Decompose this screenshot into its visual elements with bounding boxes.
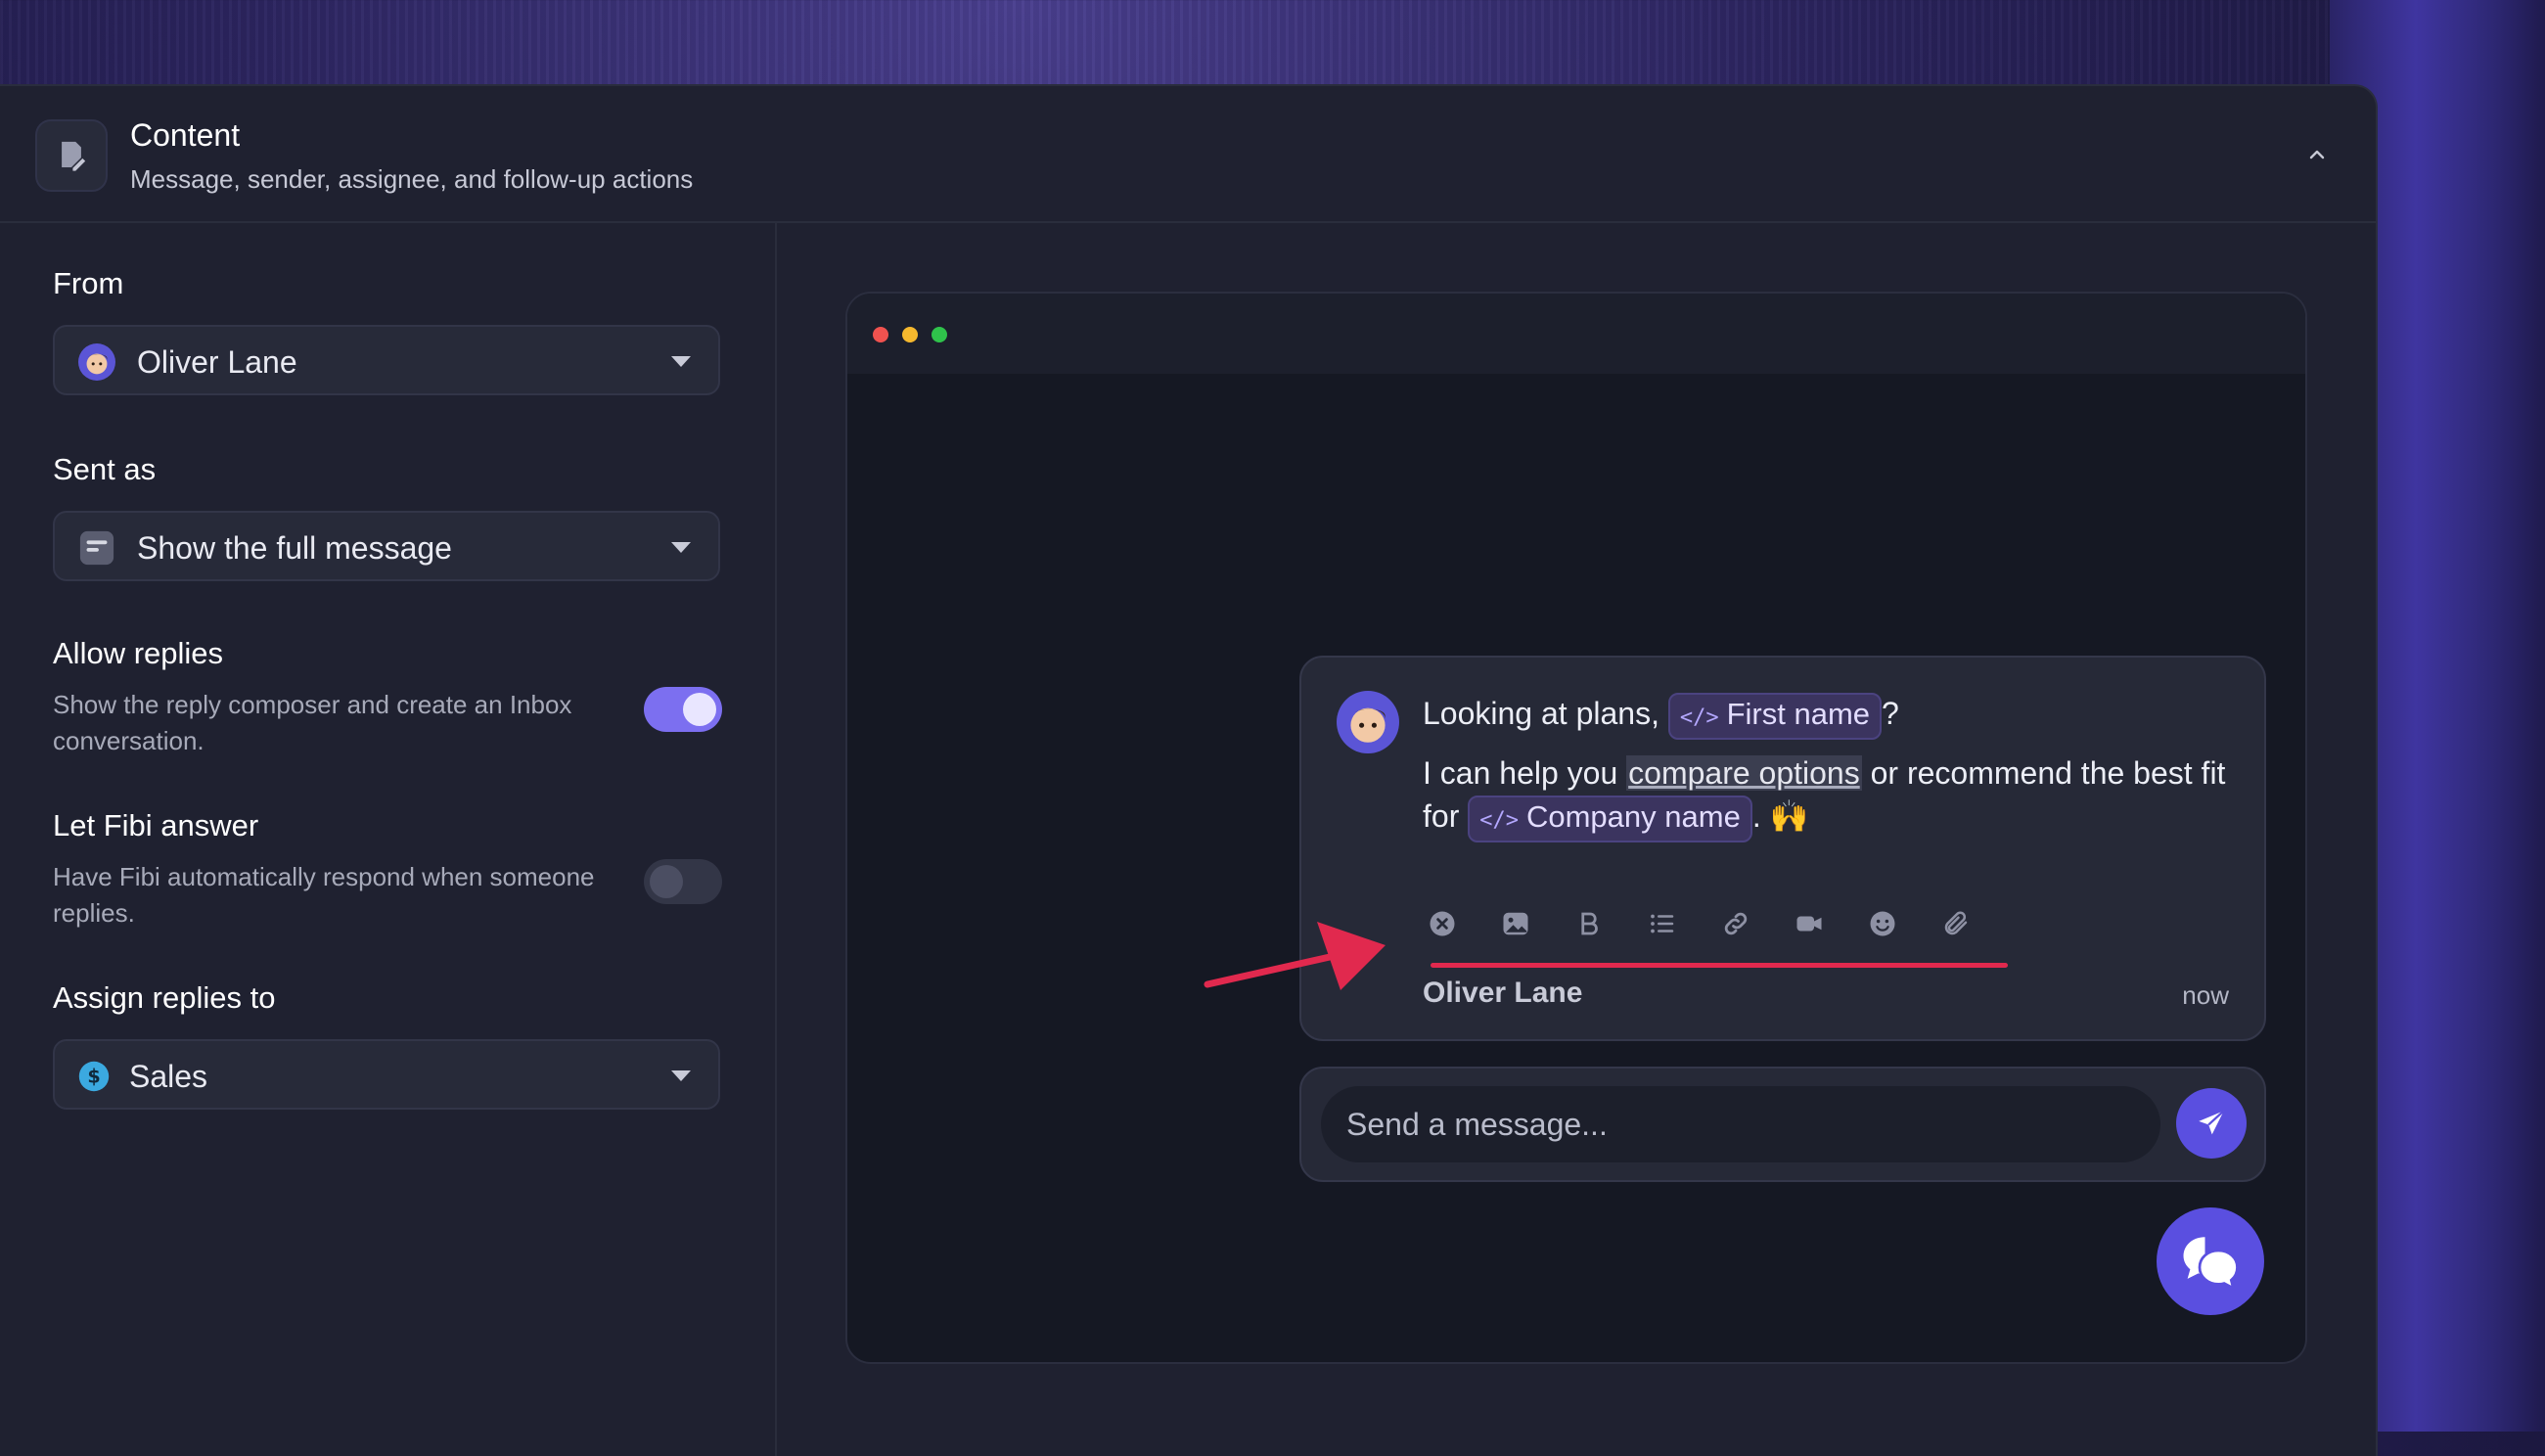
bold-icon[interactable] — [1569, 904, 1609, 943]
allow-replies-toggle[interactable] — [644, 687, 722, 732]
attachment-icon[interactable] — [1936, 904, 1976, 943]
message-preview: Looking at plans, </> First name? I can h… — [845, 292, 2307, 1364]
send-icon — [2199, 1110, 2225, 1135]
link-icon[interactable] — [1716, 904, 1755, 943]
settings-column: From Oliver Lane Sent as Show the full m… — [0, 223, 777, 1456]
message-line-2: I can help you compare options or recomm… — [1423, 751, 2245, 842]
chip-label: First name — [1726, 697, 1871, 731]
first-name-variable-chip[interactable]: </> First name — [1667, 693, 1883, 740]
from-value: Oliver Lane — [137, 344, 297, 380]
window-maximize-dot — [932, 327, 947, 342]
message-input[interactable] — [1321, 1086, 2160, 1162]
chat-bubbles-icon — [2183, 1237, 2239, 1292]
let-fibi-answer-help: Have Fibi automatically respond when som… — [53, 862, 595, 928]
avatar — [78, 343, 115, 381]
annotation-arrow — [1204, 922, 1386, 990]
caret-down-icon — [671, 542, 691, 553]
chat-launcher-button[interactable] — [2157, 1207, 2264, 1315]
company-name-variable-chip[interactable]: </> Company name — [1468, 796, 1752, 842]
annotation-underline — [1431, 963, 2008, 968]
message-text: . 🙌 — [1751, 798, 1809, 834]
allow-replies-help: Show the reply composer and create an In… — [53, 690, 572, 755]
message-text: Looking at plans, — [1423, 696, 1668, 731]
message-card: Looking at plans, </> First name? I can h… — [1299, 656, 2266, 1041]
dollar-icon: $ — [78, 1061, 110, 1092]
chevron-up-icon[interactable] — [2297, 135, 2337, 174]
chip-label: Company name — [1525, 799, 1741, 834]
compare-options-link[interactable]: compare options — [1626, 755, 1862, 791]
code-icon: </> — [1479, 808, 1519, 833]
sent-as-select[interactable]: Show the full message — [53, 511, 720, 581]
list-icon[interactable] — [1643, 904, 1682, 943]
message-text: ? — [1882, 696, 1899, 731]
toggle-knob — [683, 693, 716, 726]
assign-replies-select[interactable]: $ Sales — [53, 1039, 720, 1110]
send-button[interactable] — [2176, 1088, 2247, 1159]
message-text: I can help you — [1423, 755, 1627, 791]
svg-text:$: $ — [87, 1065, 100, 1087]
caret-down-icon — [671, 356, 691, 367]
sent-as-value: Show the full message — [137, 530, 452, 566]
caret-down-icon — [671, 1070, 691, 1081]
image-icon[interactable] — [1496, 904, 1535, 943]
message-sender: Oliver Lane — [1423, 977, 1583, 1009]
message-composer — [1299, 1067, 2266, 1182]
emoji-icon[interactable] — [1863, 904, 1902, 943]
sent-as-label: Sent as — [53, 452, 157, 486]
message-timestamp: now — [2182, 980, 2229, 1010]
window-close-dot — [873, 327, 888, 342]
panel-header[interactable]: Content Message, sender, assignee, and f… — [0, 86, 2376, 223]
assign-replies-value: Sales — [129, 1059, 208, 1094]
content-edit-icon — [35, 119, 108, 192]
panel-subtitle: Message, sender, assignee, and follow-up… — [130, 164, 694, 194]
code-icon: </> — [1679, 705, 1719, 730]
message-line-1: Looking at plans, </> First name? — [1423, 693, 1899, 740]
message-layout-icon — [79, 530, 114, 566]
panel-title: Content — [130, 117, 241, 153]
let-fibi-answer-label: Let Fibi answer — [53, 808, 259, 842]
assign-replies-label: Assign replies to — [53, 980, 276, 1015]
remove-icon[interactable] — [1423, 904, 1462, 943]
avatar — [1337, 691, 1399, 753]
from-select[interactable]: Oliver Lane — [53, 325, 720, 395]
video-icon[interactable] — [1790, 904, 1829, 943]
let-fibi-answer-toggle[interactable] — [644, 859, 722, 904]
window-title-bar — [847, 294, 2305, 374]
window-minimize-dot — [902, 327, 918, 342]
toggle-knob — [650, 865, 683, 898]
allow-replies-label: Allow replies — [53, 636, 224, 670]
from-label: From — [53, 266, 124, 300]
